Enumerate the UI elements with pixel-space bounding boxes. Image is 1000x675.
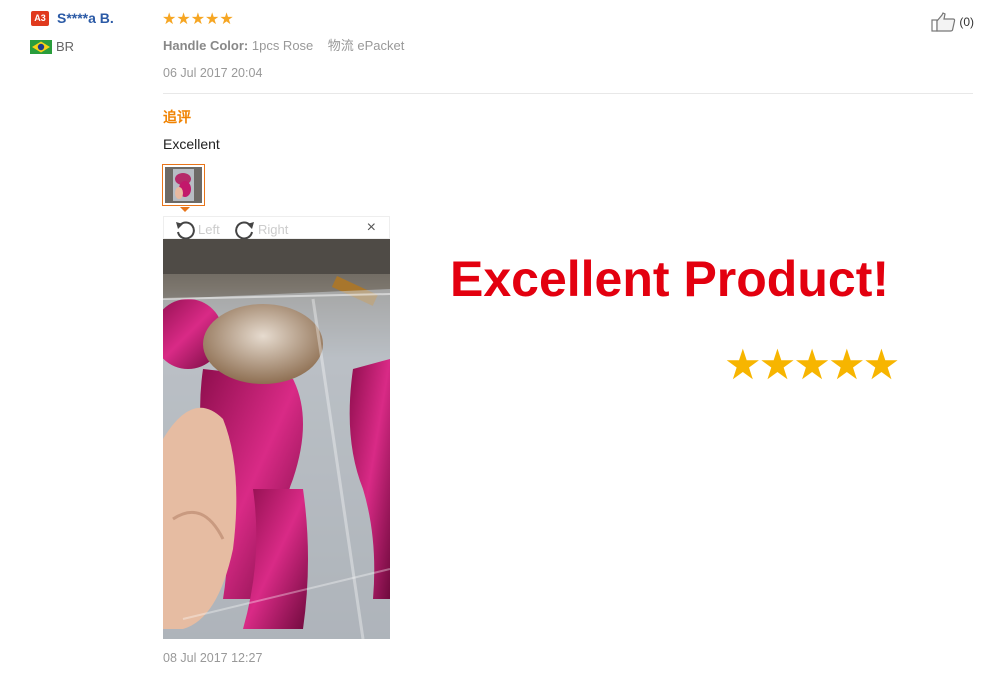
close-viewer-button[interactable]: × [367, 219, 376, 237]
logistics-value: ePacket [357, 38, 405, 53]
attr-label: Handle Color: [163, 38, 249, 53]
thumbs-up-icon [931, 12, 956, 32]
buyer-level-badge: A3 [31, 11, 49, 26]
divider [163, 93, 973, 94]
thumbnail-image [165, 167, 202, 203]
attr-value: 1pcs Rose [251, 38, 314, 53]
rotate-left-button[interactable]: Left [174, 219, 220, 239]
followup-label: 追评 [163, 109, 191, 125]
rotate-right-label: Right [258, 221, 289, 237]
rotate-right-icon [235, 221, 254, 239]
brazil-flag-icon [30, 40, 52, 54]
helpful-count: (0) [959, 15, 974, 29]
helpful-button[interactable]: (0) [931, 12, 974, 32]
reviewer-name-link[interactable]: S****a B. [57, 10, 114, 26]
rotate-right-button[interactable]: Right [234, 219, 288, 239]
logistics-label: 物流 [327, 38, 354, 53]
review-photo [163, 239, 390, 639]
image-viewer-toolbar: Left Right × [163, 216, 390, 239]
purchase-attributes: Handle Color: 1pcs Rose 物流 ePacket [163, 35, 404, 54]
photo-thumbnail[interactable] [162, 164, 205, 206]
review-date: 06 Jul 2017 20:04 [163, 66, 263, 80]
rotate-left-icon [176, 221, 195, 239]
reviewer-country: BR [56, 39, 75, 54]
rotate-left-label: Left [198, 221, 220, 237]
overlay-stars: ★★★★★ [724, 341, 900, 388]
overlay-headline: Excellent Product! [450, 251, 889, 307]
followup-text: Excellent [163, 136, 220, 152]
rating-stars: ★★★★★ [162, 11, 234, 28]
thumbnail-selected-caret [180, 207, 190, 212]
followup-date: 08 Jul 2017 12:27 [163, 651, 263, 665]
